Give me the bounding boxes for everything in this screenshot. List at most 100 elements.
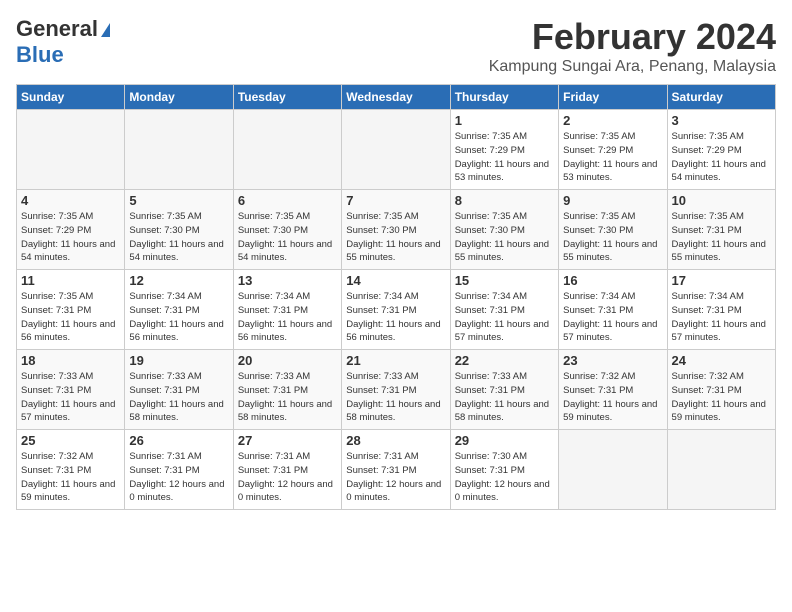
calendar-cell: 20 Sunrise: 7:33 AMSunset: 7:31 PMDayligh… (233, 350, 341, 430)
day-info: Sunrise: 7:34 AMSunset: 7:31 PMDaylight:… (672, 290, 771, 345)
day-number: 14 (346, 273, 445, 288)
day-number: 2 (563, 113, 662, 128)
calendar-cell: 5Sunrise: 7:35 AMSunset: 7:30 PMDaylight… (125, 190, 233, 270)
calendar-cell: 6 Sunrise: 7:35 AMSunset: 7:30 PMDaylight… (233, 190, 341, 270)
day-number: 17 (672, 273, 771, 288)
day-number: 9 (563, 193, 662, 208)
day-info: Sunrise: 7:35 AMSunset: 7:30 PMDaylight:… (129, 210, 228, 265)
day-info: Sunrise: 7:32 AMSunset: 7:31 PMDaylight:… (563, 370, 662, 425)
calendar-cell (667, 430, 775, 510)
month-title: February 2024 (489, 16, 776, 58)
calendar-cell: 11Sunrise: 7:35 AMSunset: 7:31 PMDayligh… (17, 270, 125, 350)
calendar-week-3: 11Sunrise: 7:35 AMSunset: 7:31 PMDayligh… (17, 270, 776, 350)
day-info: Sunrise: 7:35 AMSunset: 7:30 PMDaylight:… (563, 210, 662, 265)
header-thursday: Thursday (450, 85, 558, 110)
logo-blue-text: Blue (16, 42, 64, 68)
calendar-cell: 2 Sunrise: 7:35 AMSunset: 7:29 PMDaylight… (559, 110, 667, 190)
calendar-cell: 21 Sunrise: 7:33 AMSunset: 7:31 PMDayligh… (342, 350, 450, 430)
calendar-cell (559, 430, 667, 510)
day-number: 16 (563, 273, 662, 288)
day-info: Sunrise: 7:33 AMSunset: 7:31 PMDaylight:… (346, 370, 445, 425)
calendar-cell: 3 Sunrise: 7:35 AMSunset: 7:29 PMDaylight… (667, 110, 775, 190)
logo-general-text: General (16, 16, 98, 42)
header-saturday: Saturday (667, 85, 775, 110)
calendar-cell (125, 110, 233, 190)
header-tuesday: Tuesday (233, 85, 341, 110)
day-number: 8 (455, 193, 554, 208)
day-info: Sunrise: 7:34 AMSunset: 7:31 PMDaylight:… (455, 290, 554, 345)
calendar-table: Sunday Monday Tuesday Wednesday Thursday… (16, 84, 776, 510)
calendar-cell: 16 Sunrise: 7:34 AMSunset: 7:31 PMDayligh… (559, 270, 667, 350)
page-header: General Blue February 2024 Kampung Sunga… (16, 16, 776, 76)
calendar-cell: 4Sunrise: 7:35 AMSunset: 7:29 PMDaylight… (17, 190, 125, 270)
day-number: 22 (455, 353, 554, 368)
day-number: 27 (238, 433, 337, 448)
day-number: 18 (21, 353, 120, 368)
day-info: Sunrise: 7:35 AMSunset: 7:31 PMDaylight:… (672, 210, 771, 265)
calendar-cell: 13Sunrise: 7:34 AMSunset: 7:31 PMDayligh… (233, 270, 341, 350)
calendar-cell: 26 Sunrise: 7:31 AMSunset: 7:31 PMDayligh… (125, 430, 233, 510)
logo: General Blue (16, 16, 110, 68)
day-number: 25 (21, 433, 120, 448)
calendar-cell: 23 Sunrise: 7:32 AMSunset: 7:31 PMDayligh… (559, 350, 667, 430)
day-number: 13 (238, 273, 337, 288)
header-monday: Monday (125, 85, 233, 110)
day-info: Sunrise: 7:35 AMSunset: 7:29 PMDaylight:… (455, 130, 554, 185)
calendar-cell: 17 Sunrise: 7:34 AMSunset: 7:31 PMDayligh… (667, 270, 775, 350)
day-info: Sunrise: 7:34 AMSunset: 7:31 PMDaylight:… (563, 290, 662, 345)
day-info: Sunrise: 7:32 AMSunset: 7:31 PMDaylight:… (21, 450, 120, 505)
calendar-week-2: 4Sunrise: 7:35 AMSunset: 7:29 PMDaylight… (17, 190, 776, 270)
calendar-cell: 19Sunrise: 7:33 AMSunset: 7:31 PMDayligh… (125, 350, 233, 430)
calendar-cell: 7Sunrise: 7:35 AMSunset: 7:30 PMDaylight… (342, 190, 450, 270)
day-info: Sunrise: 7:35 AMSunset: 7:30 PMDaylight:… (238, 210, 337, 265)
day-number: 28 (346, 433, 445, 448)
day-number: 10 (672, 193, 771, 208)
calendar-cell: 29Sunrise: 7:30 AMSunset: 7:31 PMDayligh… (450, 430, 558, 510)
calendar-cell: 15 Sunrise: 7:34 AMSunset: 7:31 PMDayligh… (450, 270, 558, 350)
day-info: Sunrise: 7:31 AMSunset: 7:31 PMDaylight:… (129, 450, 228, 505)
header-wednesday: Wednesday (342, 85, 450, 110)
calendar-cell: 9 Sunrise: 7:35 AMSunset: 7:30 PMDaylight… (559, 190, 667, 270)
calendar-cell: 22 Sunrise: 7:33 AMSunset: 7:31 PMDayligh… (450, 350, 558, 430)
day-number: 4 (21, 193, 120, 208)
day-number: 23 (563, 353, 662, 368)
calendar-cell: 12Sunrise: 7:34 AMSunset: 7:31 PMDayligh… (125, 270, 233, 350)
calendar-cell (233, 110, 341, 190)
day-number: 1 (455, 113, 554, 128)
calendar-cell: 27 Sunrise: 7:31 AMSunset: 7:31 PMDayligh… (233, 430, 341, 510)
day-number: 3 (672, 113, 771, 128)
day-number: 11 (21, 273, 120, 288)
day-info: Sunrise: 7:30 AMSunset: 7:31 PMDaylight:… (455, 450, 554, 505)
header-friday: Friday (559, 85, 667, 110)
location-title: Kampung Sungai Ara, Penang, Malaysia (489, 58, 776, 76)
day-number: 12 (129, 273, 228, 288)
day-number: 19 (129, 353, 228, 368)
calendar-cell (342, 110, 450, 190)
calendar-header-row: Sunday Monday Tuesday Wednesday Thursday… (17, 85, 776, 110)
calendar-week-1: 1 Sunrise: 7:35 AMSunset: 7:29 PMDaylight… (17, 110, 776, 190)
calendar-week-5: 25 Sunrise: 7:32 AMSunset: 7:31 PMDayligh… (17, 430, 776, 510)
logo-triangle-icon (101, 23, 110, 37)
calendar-week-4: 18 Sunrise: 7:33 AMSunset: 7:31 PMDayligh… (17, 350, 776, 430)
day-info: Sunrise: 7:31 AMSunset: 7:31 PMDaylight:… (346, 450, 445, 505)
day-info: Sunrise: 7:35 AMSunset: 7:29 PMDaylight:… (563, 130, 662, 185)
day-number: 21 (346, 353, 445, 368)
day-number: 26 (129, 433, 228, 448)
calendar-cell: 8Sunrise: 7:35 AMSunset: 7:30 PMDaylight… (450, 190, 558, 270)
day-info: Sunrise: 7:33 AMSunset: 7:31 PMDaylight:… (21, 370, 120, 425)
day-info: Sunrise: 7:35 AMSunset: 7:29 PMDaylight:… (672, 130, 771, 185)
day-number: 24 (672, 353, 771, 368)
calendar-cell: 28 Sunrise: 7:31 AMSunset: 7:31 PMDayligh… (342, 430, 450, 510)
day-number: 6 (238, 193, 337, 208)
calendar-cell: 25 Sunrise: 7:32 AMSunset: 7:31 PMDayligh… (17, 430, 125, 510)
day-number: 20 (238, 353, 337, 368)
day-info: Sunrise: 7:33 AMSunset: 7:31 PMDaylight:… (455, 370, 554, 425)
day-number: 15 (455, 273, 554, 288)
calendar-cell: 24 Sunrise: 7:32 AMSunset: 7:31 PMDayligh… (667, 350, 775, 430)
calendar-cell: 14Sunrise: 7:34 AMSunset: 7:31 PMDayligh… (342, 270, 450, 350)
day-info: Sunrise: 7:33 AMSunset: 7:31 PMDaylight:… (238, 370, 337, 425)
day-info: Sunrise: 7:32 AMSunset: 7:31 PMDaylight:… (672, 370, 771, 425)
calendar-cell: 1 Sunrise: 7:35 AMSunset: 7:29 PMDaylight… (450, 110, 558, 190)
calendar-cell: 18 Sunrise: 7:33 AMSunset: 7:31 PMDayligh… (17, 350, 125, 430)
day-info: Sunrise: 7:31 AMSunset: 7:31 PMDaylight:… (238, 450, 337, 505)
